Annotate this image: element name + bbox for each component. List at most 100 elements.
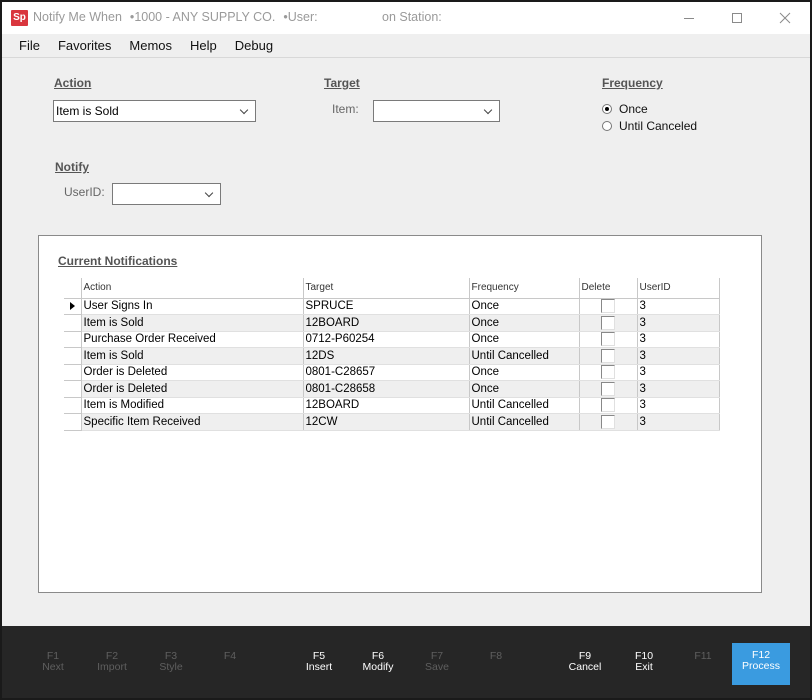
action-cell[interactable]: Item is Sold bbox=[81, 314, 304, 332]
row-header[interactable] bbox=[64, 364, 82, 381]
target-cell[interactable]: 12DS bbox=[303, 347, 470, 365]
row-header[interactable] bbox=[64, 347, 82, 365]
table-row[interactable]: Item is Modified 12BOARD Until Cancelled 3 bbox=[64, 397, 720, 414]
row-header-corner bbox=[64, 278, 82, 299]
item-field-label: Item: bbox=[332, 102, 359, 116]
notify-userid-dropdown[interactable] bbox=[112, 183, 221, 205]
table-row[interactable]: Purchase Order Received 0712-P60254 Once 3 bbox=[64, 331, 720, 348]
row-header[interactable] bbox=[64, 397, 82, 414]
target-cell[interactable]: 12BOARD bbox=[303, 314, 470, 332]
window-title: Notify Me When •1000 - ANY SUPPLY CO. •Use… bbox=[33, 10, 318, 24]
row-header[interactable] bbox=[64, 314, 82, 332]
userid-cell[interactable]: 3 bbox=[637, 331, 720, 348]
target-cell[interactable]: 12CW bbox=[303, 413, 470, 431]
fkey-f4-button[interactable]: F4 bbox=[201, 644, 259, 686]
chevron-down-icon bbox=[239, 101, 249, 121]
target-item-dropdown[interactable] bbox=[373, 100, 500, 122]
table-row[interactable]: Order is Deleted 0801-C28658 Once 3 bbox=[64, 380, 720, 398]
userid-cell[interactable]: 3 bbox=[637, 397, 720, 414]
row-header[interactable] bbox=[64, 298, 82, 315]
row-header[interactable] bbox=[64, 380, 82, 398]
current-row-pointer-icon bbox=[69, 302, 75, 311]
fkey-f12-button[interactable]: F12 Process bbox=[732, 643, 790, 685]
delete-checkbox[interactable] bbox=[601, 315, 615, 330]
frequency-until-canceled-radio[interactable]: Until Canceled bbox=[602, 119, 697, 133]
frequency-cell[interactable]: Once bbox=[469, 331, 580, 348]
frequency-cell[interactable]: Once bbox=[469, 314, 580, 332]
delete-checkbox[interactable] bbox=[601, 299, 615, 314]
table-row[interactable]: Item is Sold 12DS Until Cancelled 3 bbox=[64, 347, 720, 365]
action-cell[interactable]: Order is Deleted bbox=[81, 380, 304, 398]
target-cell[interactable]: SPRUCE bbox=[303, 298, 470, 315]
delete-checkbox[interactable] bbox=[601, 414, 615, 429]
window-title-app: Notify Me When bbox=[33, 10, 122, 24]
frequency-cell[interactable]: Once bbox=[469, 364, 580, 381]
fkey-f9-button[interactable]: F9 Cancel bbox=[556, 644, 614, 686]
window-title-station: on Station: bbox=[382, 10, 442, 24]
delete-cell bbox=[579, 413, 638, 431]
menu-memos[interactable]: Memos bbox=[120, 38, 181, 53]
delete-checkbox[interactable] bbox=[601, 365, 615, 380]
delete-cell bbox=[579, 298, 638, 315]
fkey-f8-button[interactable]: F8 bbox=[467, 644, 525, 686]
action-cell[interactable]: Item is Sold bbox=[81, 347, 304, 365]
frequency-cell[interactable]: Once bbox=[469, 298, 580, 315]
target-cell[interactable]: 0801-C28657 bbox=[303, 364, 470, 381]
fkey-f11-button[interactable]: F11 bbox=[674, 644, 732, 686]
frequency-cell[interactable]: Until Cancelled bbox=[469, 397, 580, 414]
userid-cell[interactable]: 3 bbox=[637, 380, 720, 398]
minimize-button[interactable] bbox=[666, 2, 712, 34]
table-row[interactable]: Specific Item Received 12CW Until Cancelle… bbox=[64, 413, 720, 431]
menu-favorites[interactable]: Favorites bbox=[49, 38, 120, 53]
fkey-f10-button[interactable]: F10 Exit bbox=[615, 644, 673, 686]
delete-cell bbox=[579, 347, 638, 365]
target-cell[interactable]: 12BOARD bbox=[303, 397, 470, 414]
fkey-f1-button[interactable]: F1 Next bbox=[24, 644, 82, 686]
action-dropdown[interactable]: Item is Sold bbox=[53, 100, 256, 122]
frequency-cell[interactable]: Until Cancelled bbox=[469, 413, 580, 431]
column-header-frequency[interactable]: Frequency bbox=[469, 278, 580, 299]
row-header[interactable] bbox=[64, 331, 82, 348]
userid-cell[interactable]: 3 bbox=[637, 347, 720, 365]
table-row[interactable]: Order is Deleted 0801-C28657 Once 3 bbox=[64, 364, 720, 381]
fkey-key-label: F11 bbox=[694, 650, 712, 662]
fkey-f3-button[interactable]: F3 Style bbox=[142, 644, 200, 686]
fkey-action-label: Process bbox=[742, 660, 780, 672]
current-notifications-title: Current Notifications bbox=[58, 254, 178, 268]
action-cell[interactable]: Order is Deleted bbox=[81, 364, 304, 381]
delete-checkbox[interactable] bbox=[601, 332, 615, 347]
column-header-userid[interactable]: UserID bbox=[637, 278, 720, 299]
action-cell[interactable]: Item is Modified bbox=[81, 397, 304, 414]
userid-cell[interactable]: 3 bbox=[637, 364, 720, 381]
target-cell[interactable]: 0801-C28658 bbox=[303, 380, 470, 398]
table-row[interactable]: Item is Sold 12BOARD Once 3 bbox=[64, 314, 720, 332]
menu-debug[interactable]: Debug bbox=[226, 38, 282, 53]
action-cell[interactable]: User Signs In bbox=[81, 298, 304, 315]
action-cell[interactable]: Purchase Order Received bbox=[81, 331, 304, 348]
userid-cell[interactable]: 3 bbox=[637, 314, 720, 332]
fkey-f5-button[interactable]: F5 Insert bbox=[290, 644, 348, 686]
userid-cell[interactable]: 3 bbox=[637, 298, 720, 315]
userid-cell[interactable]: 3 bbox=[637, 413, 720, 431]
fkey-f2-button[interactable]: F2 Import bbox=[83, 644, 141, 686]
menu-file[interactable]: File bbox=[10, 38, 49, 53]
delete-checkbox[interactable] bbox=[601, 398, 615, 413]
menu-bar: File Favorites Memos Help Debug bbox=[2, 34, 810, 58]
frequency-once-radio[interactable]: Once bbox=[602, 102, 648, 116]
maximize-button[interactable] bbox=[714, 2, 760, 34]
column-header-delete[interactable]: Delete bbox=[579, 278, 638, 299]
fkey-f7-button[interactable]: F7 Save bbox=[408, 644, 466, 686]
close-button[interactable] bbox=[762, 2, 808, 34]
menu-help[interactable]: Help bbox=[181, 38, 226, 53]
column-header-target[interactable]: Target bbox=[303, 278, 470, 299]
action-cell[interactable]: Specific Item Received bbox=[81, 413, 304, 431]
delete-checkbox[interactable] bbox=[601, 381, 615, 396]
frequency-cell[interactable]: Until Cancelled bbox=[469, 347, 580, 365]
table-row[interactable]: User Signs In SPRUCE Once 3 bbox=[64, 298, 720, 315]
delete-checkbox[interactable] bbox=[601, 348, 615, 363]
fkey-f6-button[interactable]: F6 Modify bbox=[349, 644, 407, 686]
column-header-action[interactable]: Action bbox=[81, 278, 304, 299]
frequency-cell[interactable]: Once bbox=[469, 380, 580, 398]
row-header[interactable] bbox=[64, 413, 82, 431]
target-cell[interactable]: 0712-P60254 bbox=[303, 331, 470, 348]
